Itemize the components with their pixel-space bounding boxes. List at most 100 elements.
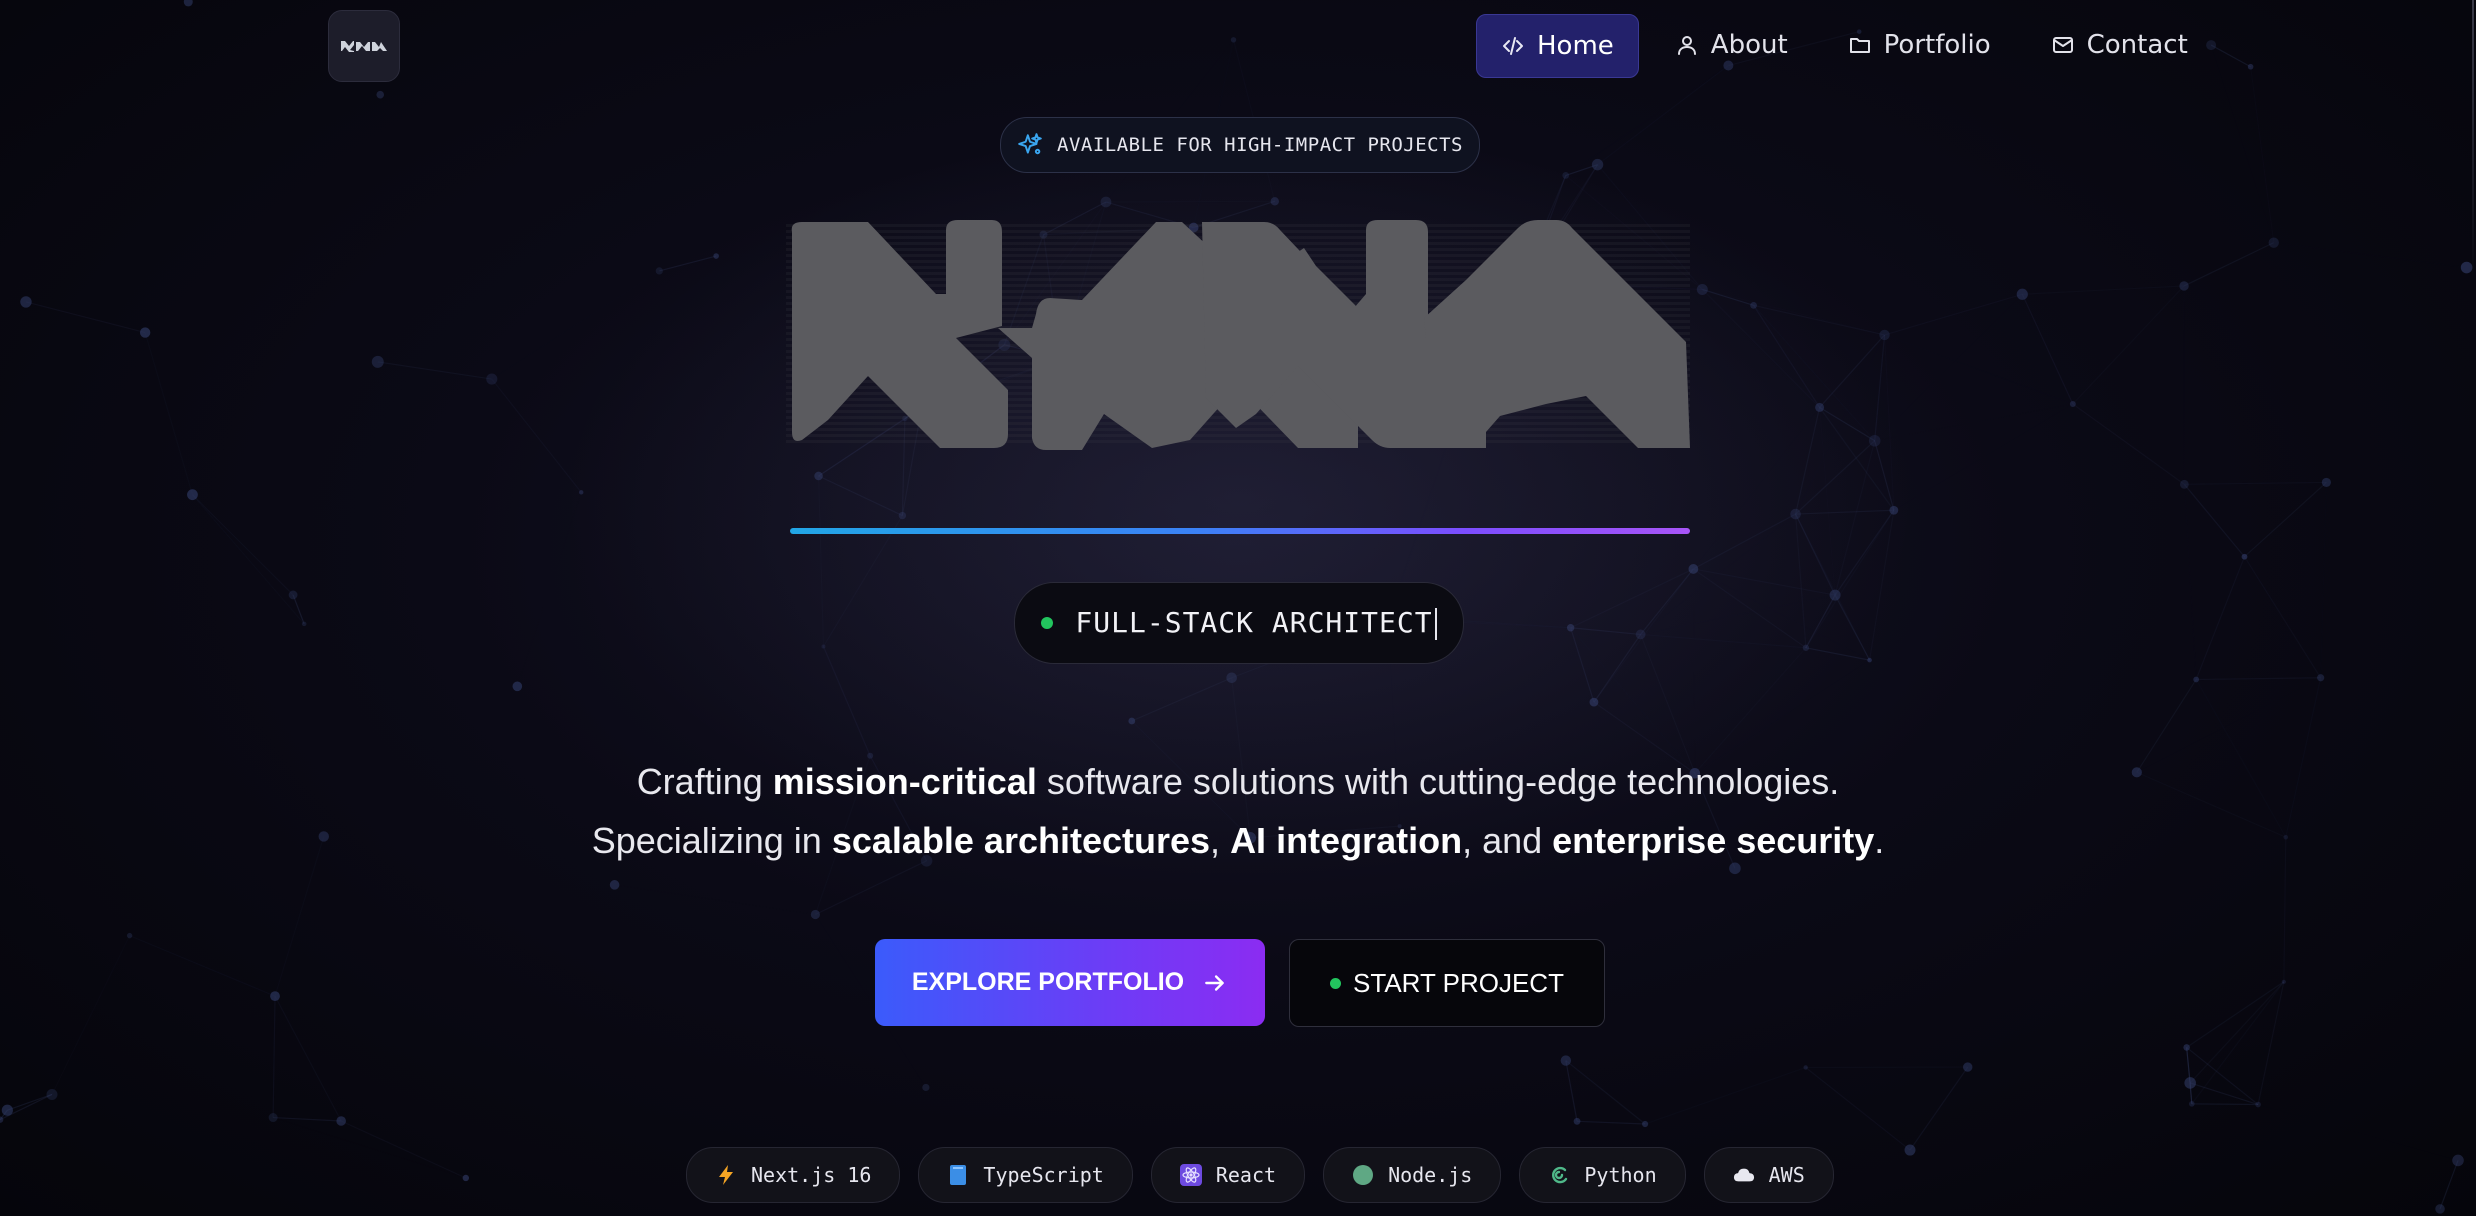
network-node [318,831,329,842]
network-line [129,935,276,997]
network-line [2189,981,2285,1084]
network-line [1834,509,1895,596]
role-typewriter: FULL-STACK ARCHITECT [1014,582,1464,664]
nav-portfolio[interactable]: Portfolio [1824,14,2015,76]
network-line [7,1093,53,1111]
network-line [2439,1160,2459,1210]
network-line [1577,1120,1646,1125]
network-line [2258,1105,2458,1161]
network-line [2137,678,2321,773]
network-line [1795,440,1876,515]
network-line [25,301,146,334]
online-dot [1330,977,1342,989]
description-line-2: Specializing in scalable architectures , … [420,811,2056,870]
network-line [2186,1047,2193,1104]
network-node [0,1116,4,1123]
logo-button[interactable] [328,10,400,82]
python-snake-icon [1548,1164,1570,1186]
network-node [1696,283,1708,295]
network-line [2136,679,2197,773]
network-line [2184,484,2196,679]
network-line [822,515,903,647]
network-line [1131,677,1232,722]
network-line [1693,568,1836,596]
network-line [1693,510,1893,569]
desc-emphasis: AI integration [1230,820,1463,861]
user-icon [1677,36,1696,55]
network-line [1565,1060,1578,1122]
network-node [2193,676,2200,683]
network-line [1805,509,1895,649]
network-node [1904,1144,1916,1156]
blue-book-icon [947,1164,969,1186]
network-node [821,644,826,649]
nav-home-label: Home [1537,31,1614,61]
status-dot [1041,617,1054,629]
network-line [52,936,130,1095]
network-node [2179,479,2189,489]
network-node [2179,281,2189,291]
tech-chip-label: Python [1584,1163,1657,1187]
lightning-icon [715,1164,737,1186]
nav-contact[interactable]: Contact [2027,14,2212,76]
network-node [713,253,719,259]
network-line [292,594,305,625]
network-node [486,373,498,385]
network-line [1640,633,1806,649]
network-node [898,511,907,520]
desc-emphasis: mission-critical [772,761,1037,802]
tech-chip-label: Node.js [1388,1163,1473,1187]
network-line [1597,65,1729,166]
explore-portfolio-label: EXPLORE PORTFOLIO [911,968,1185,996]
desc-text: Specializing in [591,820,832,861]
tech-chip-nodejs: Node.js [1323,1147,1502,1203]
network-line [192,494,294,596]
network-node [1867,657,1872,663]
network-node [2317,674,2325,682]
nav-home[interactable]: Home [1476,14,1639,78]
network-line [1819,406,1876,442]
network-node [2268,237,2279,248]
network-line [1819,407,1895,511]
network-line [517,492,581,686]
network-line [2274,243,2467,268]
network-node [1642,1120,1649,1128]
network-line [1885,335,2073,404]
nav-about-label: About [1710,30,1788,60]
start-project-button[interactable]: START PROJECT [1289,939,1605,1027]
network-node [1226,672,1237,684]
network-node [2189,1101,2195,1107]
network-node [512,681,523,692]
network-node [2452,1154,2464,1167]
network-line [2183,242,2275,287]
desc-text: Crafting [636,761,773,802]
network-line [1794,514,1807,648]
network-line [2196,677,2321,681]
nav-contact-label: Contact [2086,30,2188,60]
network-node [2321,477,2331,488]
nav-about[interactable]: About [1651,14,1812,76]
network-line [2191,1103,2259,1106]
network-line [192,494,305,625]
tech-chip-nextjs: Next.js 16 [686,1147,901,1203]
main-nav: Home About Portfolio Contact [1476,14,2212,78]
network-line [2195,556,2246,680]
network-line [1819,334,1885,408]
availability-badge: AVAILABLE FOR HIGH-IMPACT PROJECTS [1000,117,1480,173]
network-node [268,1113,278,1123]
network-node [2016,288,2028,300]
network-line [274,995,342,1122]
explore-portfolio-button[interactable]: EXPLORE PORTFOLIO [875,939,1265,1026]
network-node [922,1083,930,1092]
network-node [288,590,298,600]
network-line [1795,509,1894,515]
tech-chip-label: Next.js 16 [751,1163,872,1187]
code-icon [1503,37,1523,55]
network-node [1963,1062,1973,1072]
desc-emphasis: scalable architectures [831,820,1211,861]
tech-chip-label: TypeScript [983,1163,1104,1187]
network-line [1702,289,1884,334]
network-line [2021,294,2074,405]
network-line [2184,481,2327,485]
mail-icon [2052,37,2073,53]
